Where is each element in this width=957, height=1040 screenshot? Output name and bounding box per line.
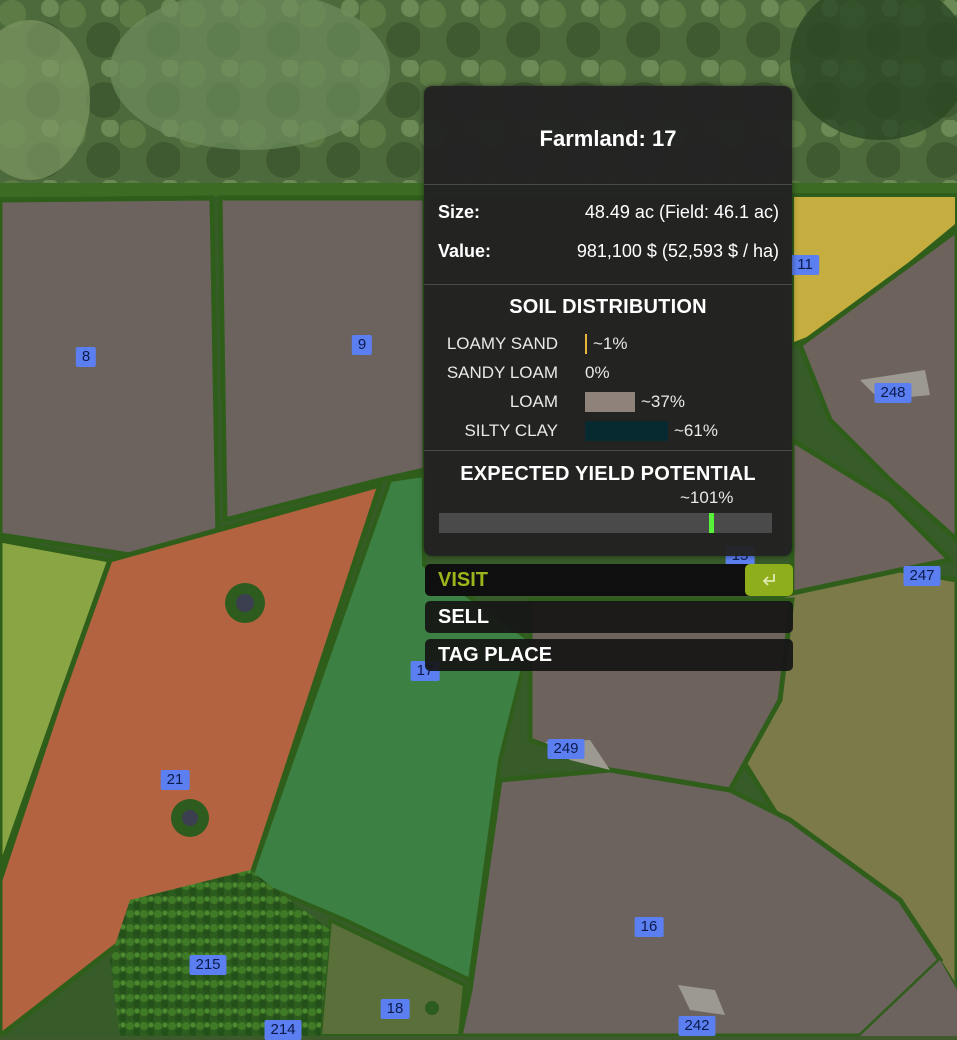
soil-bar bbox=[585, 421, 668, 441]
value-value: 981,100 $ (52,593 $ / ha) bbox=[576, 241, 779, 261]
field-number-label[interactable]: 247 bbox=[903, 566, 941, 586]
divider bbox=[424, 284, 792, 285]
tree-clump bbox=[182, 810, 198, 826]
field-number-label[interactable]: 21 bbox=[160, 770, 190, 790]
field-number-label[interactable]: 248 bbox=[874, 383, 912, 403]
field-number-label[interactable]: 242 bbox=[678, 1016, 716, 1036]
soil-percent: ~37% bbox=[641, 392, 685, 411]
visit-label: VISIT bbox=[438, 569, 489, 591]
tag-place-label: TAG PLACE bbox=[438, 644, 553, 666]
field-number-label[interactable]: 9 bbox=[351, 335, 373, 355]
field-8[interactable] bbox=[0, 195, 221, 558]
field-number-label[interactable]: 215 bbox=[189, 955, 227, 975]
field-number-label[interactable]: 16 bbox=[634, 917, 664, 937]
yield-percent: ~101% bbox=[680, 488, 734, 507]
value-label: Value: bbox=[438, 241, 492, 261]
tree-clump bbox=[236, 594, 254, 612]
soil-name: LOAMY SAND bbox=[446, 334, 558, 353]
size-value: 48.49 ac (Field: 46.1 ac) bbox=[584, 202, 779, 222]
sell-label: SELL bbox=[438, 606, 490, 628]
divider bbox=[424, 184, 792, 185]
visit-button[interactable]: VISIT bbox=[425, 564, 793, 596]
field-number-label[interactable]: 11 bbox=[791, 255, 819, 275]
soil-percent: ~61% bbox=[674, 421, 718, 440]
enter-key-icon[interactable] bbox=[745, 564, 793, 596]
yield-marker bbox=[709, 513, 714, 533]
soil-bar bbox=[585, 392, 635, 412]
panel-title: Farmland: 17 bbox=[539, 126, 677, 151]
soil-percent: 0% bbox=[585, 363, 610, 382]
soil-percent: ~1% bbox=[593, 334, 628, 353]
divider bbox=[424, 450, 792, 451]
tag-place-button[interactable]: TAG PLACE bbox=[425, 639, 793, 671]
field-9[interactable] bbox=[217, 195, 428, 524]
soil-bar bbox=[585, 334, 587, 354]
soil-name: LOAM bbox=[509, 392, 558, 411]
yield-potential-title: EXPECTED YIELD POTENTIAL bbox=[460, 463, 756, 485]
field-number-label[interactable]: 18 bbox=[380, 999, 410, 1019]
field-number-label[interactable]: 249 bbox=[547, 739, 585, 759]
size-label: Size: bbox=[438, 202, 481, 222]
yield-bar bbox=[439, 513, 772, 533]
sell-button[interactable]: SELL bbox=[425, 601, 793, 633]
soil-name: SILTY CLAY bbox=[464, 421, 558, 440]
field-number-label[interactable]: 214 bbox=[264, 1020, 302, 1040]
soil-distribution-title: SOIL DISTRIBUTION bbox=[509, 296, 707, 318]
soil-name: SANDY LOAM bbox=[446, 363, 558, 382]
field-number-label[interactable]: 8 bbox=[75, 347, 97, 367]
farmland-info-panel: Farmland: 17 Size: 48.49 ac (Field: 46.1… bbox=[424, 86, 792, 556]
tree-clump bbox=[425, 1001, 439, 1015]
